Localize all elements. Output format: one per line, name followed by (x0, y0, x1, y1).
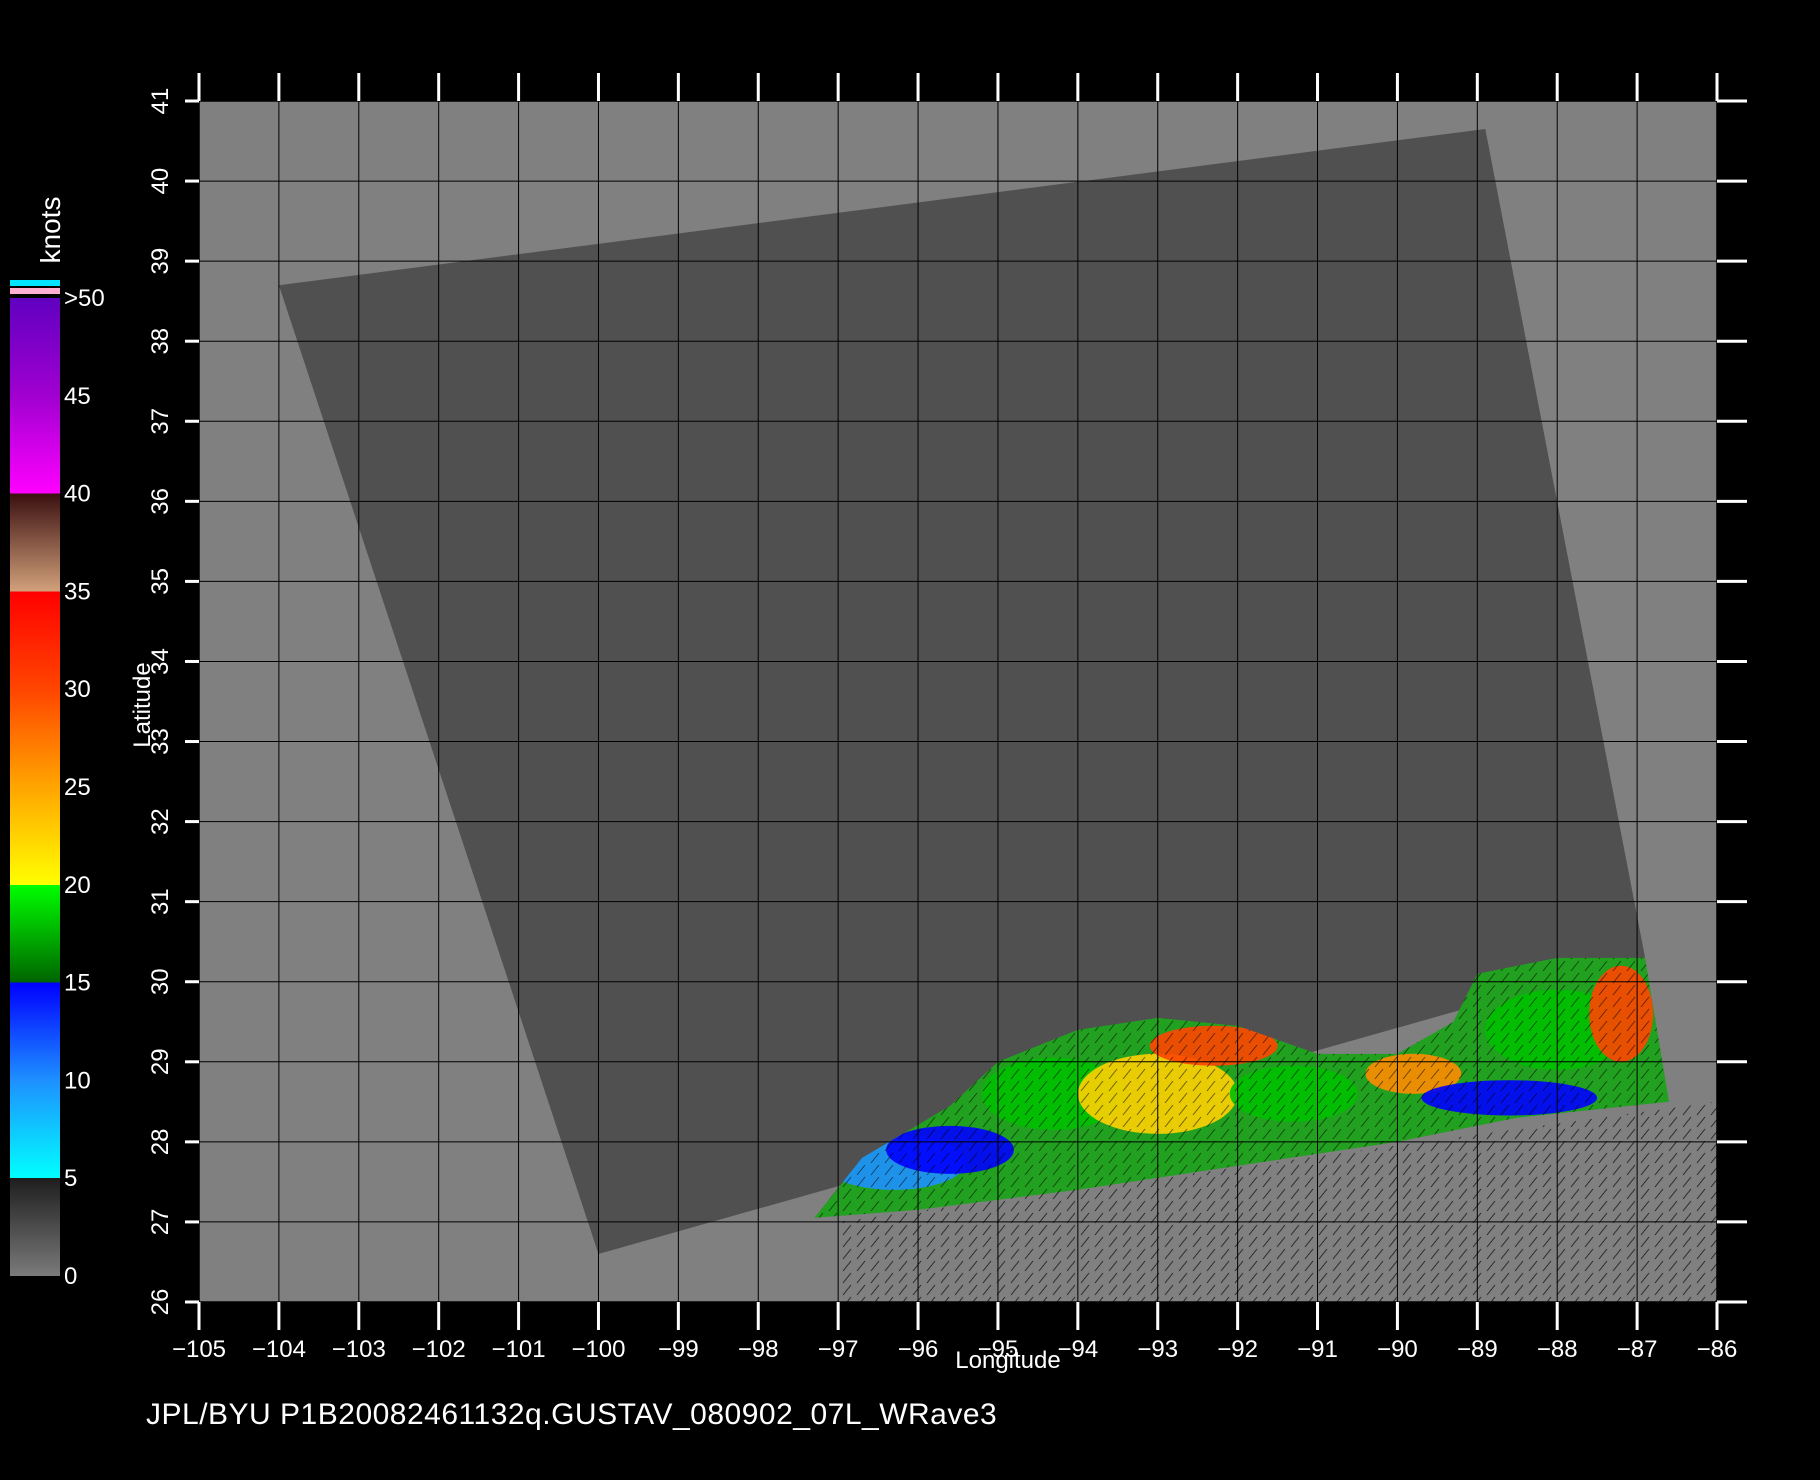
x-tick-label: −103 (332, 1336, 386, 1363)
colorbar-title: knots (35, 197, 66, 264)
x-tick-label: −102 (412, 1336, 466, 1363)
x-tick-label: −89 (1457, 1336, 1498, 1363)
wind-map-figure: −105 −104 −103 −102 −101 −100 −99 −98 −97 −96 −95−… (10, 73, 1747, 1374)
colorbar-tick-label: 10 (64, 1067, 91, 1094)
colorbar-tick-label: 15 (64, 970, 91, 997)
y-tick-label: 41 (147, 88, 174, 115)
y-tick-label: 37 (147, 408, 174, 435)
colorbar-gradient (10, 298, 60, 1276)
y-tick-label: 29 (147, 1048, 174, 1075)
y-axis-label: Latitude (129, 662, 156, 747)
x-tick-label: −98 (738, 1336, 779, 1363)
y-tick-label: 30 (147, 968, 174, 995)
colorbar-tick-label: 0 (64, 1263, 77, 1290)
y-tick-label: 35 (147, 568, 174, 595)
colorbar-cap-cyan (10, 280, 60, 286)
colorbar-tick-label: 30 (64, 676, 91, 703)
product-caption: JPL/BYU P1B20082461132q.GUSTAV_080902_07… (146, 1398, 998, 1431)
y-tick-label: 31 (147, 888, 174, 915)
x-tick-label: −87 (1617, 1336, 1658, 1363)
y-tick-label: 28 (147, 1129, 174, 1156)
x-tick-label: −100 (571, 1336, 625, 1363)
colorbar-tick-label: 25 (64, 774, 91, 801)
x-tick-label: −97 (818, 1336, 859, 1363)
y-tick-label: 26 (147, 1289, 174, 1316)
x-tick-label: −101 (492, 1336, 546, 1363)
y-tick-label: 27 (147, 1209, 174, 1236)
x-tick-label: −93 (1137, 1336, 1178, 1363)
x-tick-label: −86 (1697, 1336, 1738, 1363)
colorbar-tick-label: >50 (64, 285, 105, 312)
x-tick-label: −99 (658, 1336, 699, 1363)
colorbar-tick-label: 40 (64, 481, 91, 508)
colorbar-tick-label: 35 (64, 578, 91, 605)
x-tick-label: −92 (1217, 1336, 1258, 1363)
x-axis-label: Longitude (955, 1347, 1060, 1374)
x-tick-label: −88 (1537, 1336, 1578, 1363)
x-tick-label: −94 (1057, 1336, 1098, 1363)
x-tick-label: −96 (898, 1336, 939, 1363)
x-tick-label: −104 (252, 1336, 306, 1363)
colorbar-labels: 0 5 10 15 20 25 30 35 40 45 >50 (64, 285, 105, 1290)
y-tick-label: 38 (147, 328, 174, 355)
y-tick-label: 36 (147, 488, 174, 515)
x-tick-label: −91 (1297, 1336, 1338, 1363)
colorbar-tick-label: 5 (64, 1165, 77, 1192)
x-tick-label: −105 (172, 1336, 226, 1363)
y-tick-label: 40 (147, 168, 174, 195)
x-tick-label: −90 (1377, 1336, 1418, 1363)
y-tick-label: 32 (147, 808, 174, 835)
colorbar-cap-pink (10, 288, 60, 294)
colorbar-tick-label: 45 (64, 383, 91, 410)
colorbar-tick-label: 20 (64, 872, 91, 899)
colorbar: 0 5 10 15 20 25 30 35 40 45 >50 knots (10, 197, 105, 1290)
y-tick-label: 39 (147, 248, 174, 275)
